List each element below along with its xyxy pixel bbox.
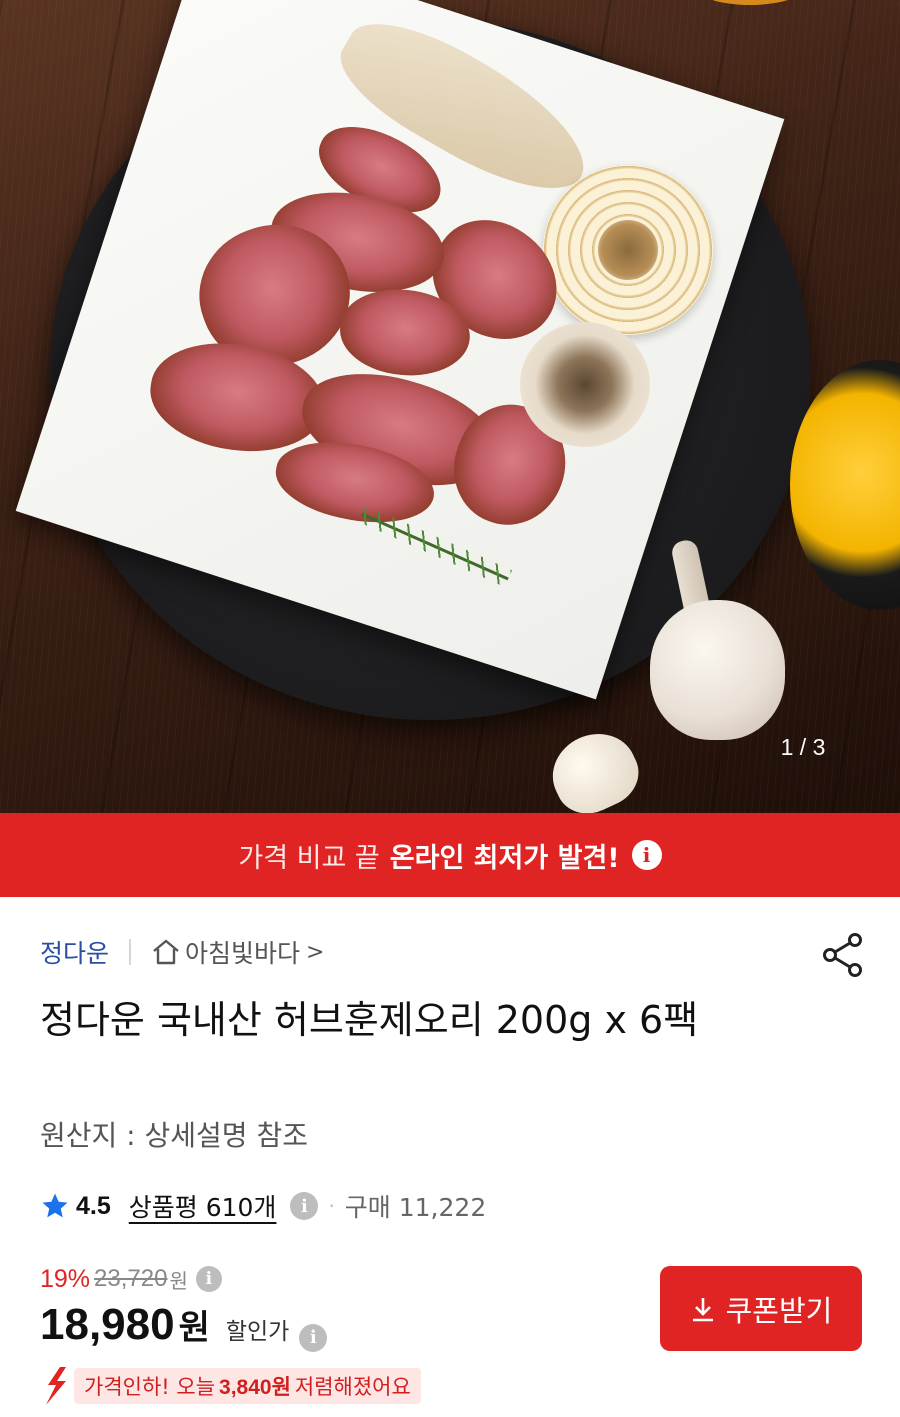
button-mushroom: [520, 322, 650, 447]
separator-dot: ·: [328, 1194, 335, 1218]
sale-price-row: 18,980 원 할인가 i: [40, 1300, 328, 1356]
sale-price: 18,980: [40, 1300, 175, 1349]
banner-highlight-text: 온라인 최저가 발견!: [389, 842, 620, 874]
sale-label: 할인가: [225, 1319, 290, 1345]
price-drop-text: 가격인하! 오늘 3,840원 저렴해졌어요: [74, 1368, 421, 1404]
brand-link[interactable]: 정다운: [40, 934, 109, 970]
info-icon[interactable]: i: [299, 1323, 328, 1352]
banner-text: 가격 비교 끝: [238, 842, 380, 874]
chevron-right-icon: >: [306, 939, 325, 965]
original-price-unit: 원: [169, 1268, 188, 1293]
seller-row: 정다운 아침빛바다 >: [40, 930, 324, 974]
lowest-price-banner[interactable]: 가격 비교 끝 온라인 최저가 발견! i: [0, 813, 900, 897]
purchase-count: 구매 11,222: [344, 1193, 487, 1222]
star-icon: [42, 1193, 68, 1218]
share-icon[interactable]: [818, 930, 868, 980]
sale-price-unit: 원: [178, 1308, 210, 1348]
rating-score: 4.5: [76, 1191, 111, 1220]
gallery-page-indicator: 1 / 3: [780, 734, 826, 760]
product-title: 정다운 국내산 허브훈제오리 200g x 6팩: [40, 998, 699, 1042]
store-name: 아침빛바다: [185, 939, 301, 968]
info-icon[interactable]: i: [290, 1192, 319, 1220]
price-drop-amount: 3,840원: [219, 1376, 291, 1399]
reviews-link[interactable]: 상품평 610개: [129, 1188, 277, 1224]
home-icon: [153, 939, 179, 965]
price-drop-prefix: 가격인하! 오늘: [84, 1375, 216, 1399]
download-icon: [692, 1297, 713, 1321]
price-block: 19% 23,720 원 i 18,980 원 할인가 i: [40, 1262, 328, 1356]
grilled-onion: [543, 165, 713, 335]
price-drop-suffix: 저렴해졌어요: [294, 1375, 411, 1399]
info-icon[interactable]: i: [195, 1266, 222, 1292]
info-icon[interactable]: i: [631, 840, 662, 870]
discount-rate: 19%: [40, 1264, 91, 1293]
discount-row: 19% 23,720 원 i: [40, 1262, 327, 1296]
original-price: 23,720: [94, 1265, 168, 1292]
coupon-label: 쿠폰받기: [725, 1293, 833, 1328]
origin-info: 원산지 : 상세설명 참조: [40, 1119, 308, 1152]
garlic-bulb: [650, 600, 785, 740]
divider: [129, 939, 132, 965]
product-image-gallery[interactable]: 1 / 3: [0, 0, 900, 813]
price-drop-notice: 가격인하! 오늘 3,840원 저렴해졌어요: [40, 1365, 421, 1407]
store-link[interactable]: 아침빛바다 >: [151, 934, 324, 970]
coupon-download-button[interactable]: 쿠폰받기: [660, 1266, 862, 1351]
rating-row: 4.5 상품평 610개 i · 구매 11,222: [40, 1186, 486, 1226]
price-down-arrow-icon: [46, 1367, 66, 1405]
